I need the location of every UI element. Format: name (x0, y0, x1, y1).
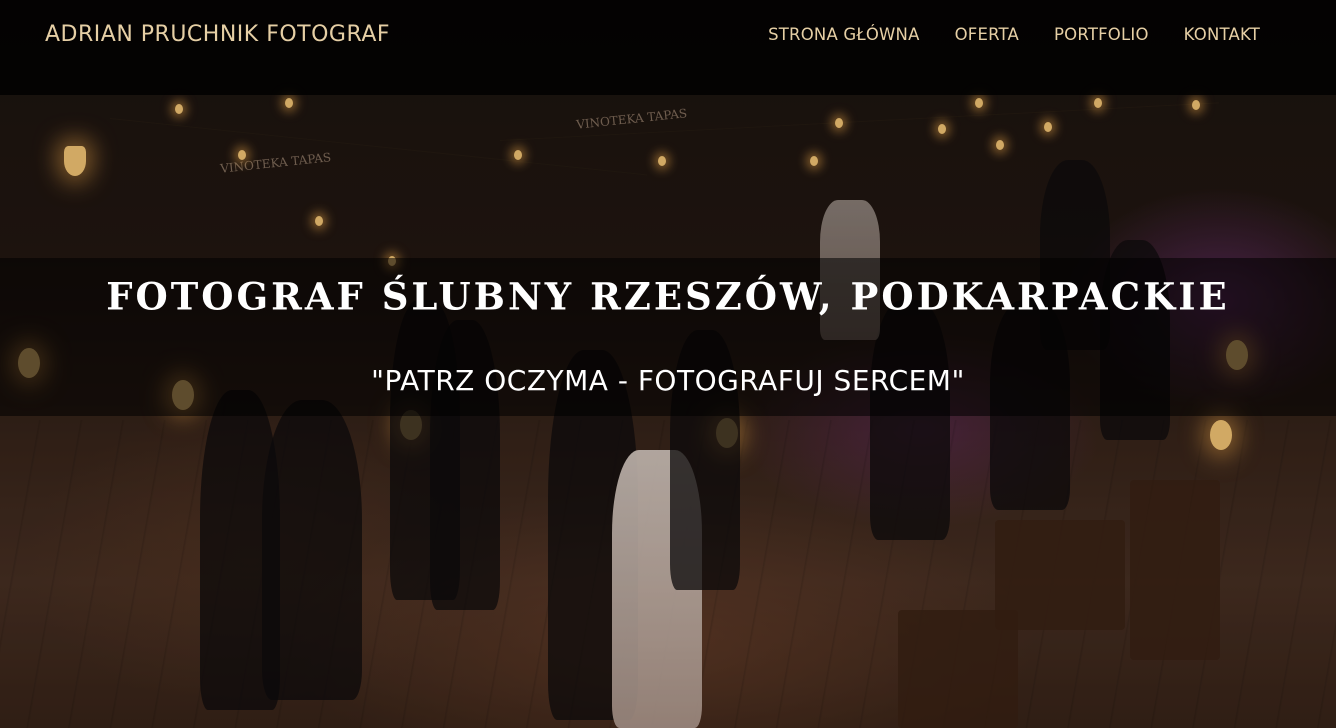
nav-link-home[interactable]: STRONA GŁÓWNA (768, 25, 919, 44)
hero-subtitle: "PATRZ OCZYMA - FOTOGRAFUJ SERCEM" (371, 364, 965, 397)
hero-title: FOTOGRAF ŚLUBNY RZESZÓW, PODKARPACKIE (106, 273, 1230, 319)
brand-logo-link[interactable]: ADRIAN PRUCHNIK FOTOGRAF (45, 22, 390, 47)
main-nav: STRONA GŁÓWNA OFERTA PORTFOLIO KONTAKT (733, 25, 1260, 44)
site-header: ADRIAN PRUCHNIK FOTOGRAF STRONA GŁÓWNA O… (0, 0, 1336, 95)
nav-link-portfolio[interactable]: PORTFOLIO (1054, 25, 1149, 44)
page: VINOTEKA TAPAS VINOTEKA TAPAS ADRIAN PRU… (0, 0, 1336, 728)
nav-link-offer[interactable]: OFERTA (955, 25, 1019, 44)
nav-link-contact[interactable]: KONTAKT (1184, 25, 1260, 44)
